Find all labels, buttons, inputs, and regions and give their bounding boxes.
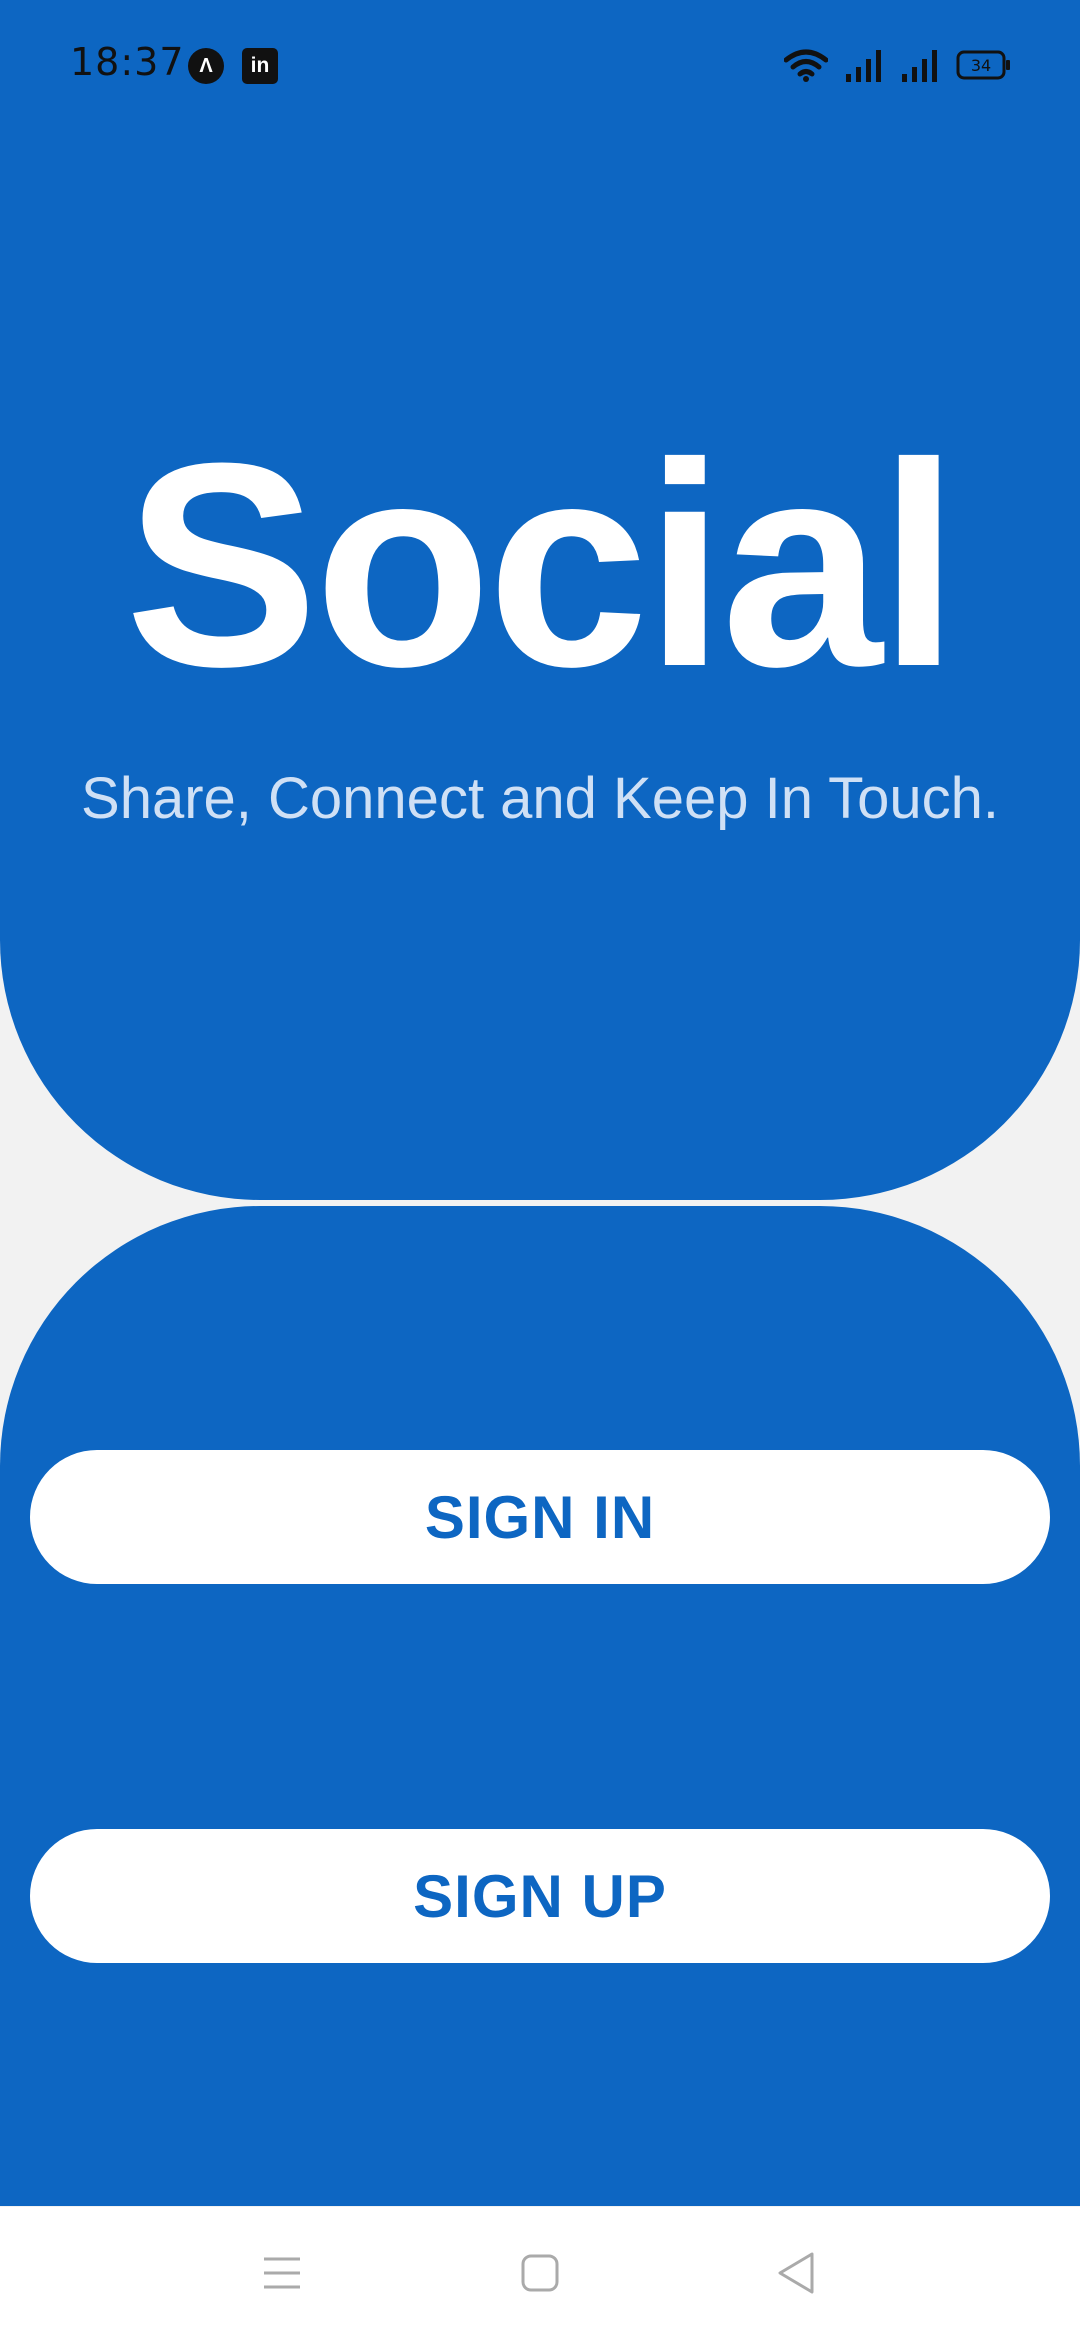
battery-level: 34 bbox=[971, 56, 991, 75]
wifi-icon bbox=[784, 49, 828, 82]
status-icons: 34 bbox=[784, 48, 1012, 82]
menu-icon[interactable] bbox=[252, 2243, 312, 2303]
status-bar: 18:37 Λ in 34 bbox=[0, 0, 1080, 130]
app-a-icon: Λ bbox=[188, 48, 224, 84]
battery-icon: 34 bbox=[956, 50, 1010, 80]
back-icon[interactable] bbox=[766, 2243, 826, 2303]
signal-icon bbox=[902, 50, 937, 82]
status-time: 18:37 bbox=[70, 40, 185, 84]
app-tagline: Share, Connect and Keep In Touch. bbox=[81, 766, 999, 831]
navigation-bar bbox=[0, 2207, 1080, 2340]
sign-up-button[interactable]: SIGN UP bbox=[30, 1829, 1050, 1963]
signal-icon bbox=[846, 50, 881, 82]
sign-in-button[interactable]: SIGN IN bbox=[30, 1450, 1050, 1584]
home-icon[interactable] bbox=[510, 2243, 570, 2303]
actions-panel bbox=[0, 1206, 1080, 2206]
app-title: Social bbox=[124, 403, 959, 727]
linkedin-icon: in bbox=[242, 48, 278, 84]
